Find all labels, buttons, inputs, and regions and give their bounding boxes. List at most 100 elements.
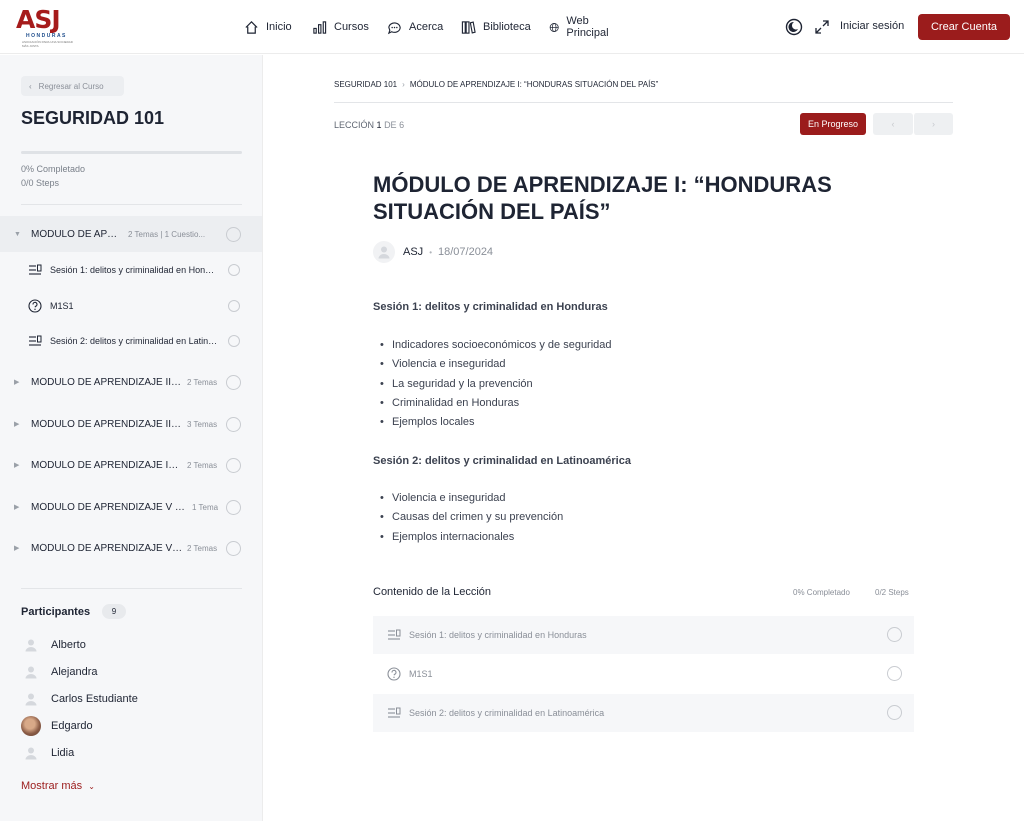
fullscreen-button[interactable] <box>812 17 832 37</box>
chevron-right-icon: › <box>402 80 405 89</box>
lesson-content-row[interactable]: M1S1 <box>373 655 914 693</box>
module-row-4[interactable]: ▶ MÓDULO DE APRENDIZAJE IV: ... 2 Temas <box>0 447 262 483</box>
lesson-steps-text: 0/2 Steps <box>875 588 909 597</box>
status-circle-icon <box>226 227 241 242</box>
list-item: Ejemplos locales <box>380 413 612 433</box>
user-placeholder-icon <box>378 246 390 259</box>
lesson-list-icon <box>29 264 42 275</box>
dark-mode-toggle[interactable] <box>784 17 804 37</box>
back-to-course-button[interactable]: ‹ Regresar al Curso <box>21 76 124 96</box>
lesson-content-row[interactable]: Sesión 2: delitos y criminalidad en Lati… <box>373 694 914 732</box>
status-circle-icon <box>887 705 902 720</box>
breadcrumb: SEGURIDAD 101 › MÓDULO DE APRENDIZAJE I: “… <box>334 80 658 89</box>
caret-right-icon: ▶ <box>14 545 20 552</box>
lesson-completed-text: 0% Completado <box>793 588 850 597</box>
module-meta: 2 Temas <box>187 377 218 387</box>
publish-date: 18/07/2024 <box>438 246 494 258</box>
lesson-content-row[interactable]: Sesión 1: delitos y criminalidad en Hond… <box>373 616 914 654</box>
participants-title: Participantes <box>21 606 91 618</box>
avatar <box>21 689 41 709</box>
nav-biblioteca[interactable]: Biblioteca <box>461 17 531 37</box>
participant-item[interactable]: Carlos Estudiante <box>21 688 138 710</box>
completed-text: 0% Completado <box>21 164 86 174</box>
module-row-2[interactable]: ▶ MÓDULO DE APRENDIZAJE II: ¿... 2 Temas <box>0 364 262 400</box>
nav-web-principal[interactable]: Web Principal <box>549 15 613 39</box>
participant-item[interactable]: Alejandra <box>21 661 97 683</box>
bar-chart-icon <box>313 20 327 34</box>
nav-inicio[interactable]: Inicio <box>244 17 292 37</box>
participant-name: Alberto <box>51 639 86 651</box>
topic-row[interactable]: Sesión 2: delitos y criminalidad en Lati… <box>0 326 262 356</box>
nav-cursos[interactable]: Cursos <box>312 17 369 37</box>
asj-logo[interactable]: ASJ HONDURAS ASOCIACIÓN PARA UNA SOCIEDA… <box>16 7 74 49</box>
avatar-photo <box>21 716 41 736</box>
module-row-5[interactable]: ▶ MÓDULO DE APRENDIZAJE V ¿Q... 1 Tema <box>0 489 262 525</box>
nav-acerca[interactable]: Acerca <box>387 17 443 37</box>
module-row-6[interactable]: ▶ MÓDULO DE APRENDIZAJE VI: ... 2 Temas <box>0 530 262 566</box>
expand-icon <box>815 20 829 34</box>
participant-item[interactable]: Edgardo <box>21 715 93 737</box>
author-name[interactable]: ASJ <box>403 246 423 258</box>
status-circle-icon <box>228 264 240 276</box>
globe-icon <box>549 22 559 32</box>
module-meta: 1 Tema <box>192 502 219 512</box>
user-placeholder-icon <box>25 639 37 652</box>
separator-dot: • <box>429 247 432 257</box>
status-circle-icon <box>226 458 241 473</box>
lesson-list-icon <box>388 707 401 718</box>
course-progress-bar <box>21 151 242 154</box>
show-more-link[interactable]: Mostrar más ⌄ <box>21 780 95 792</box>
site-header: ASJ HONDURAS ASOCIACIÓN PARA UNA SOCIEDA… <box>0 0 1024 54</box>
participant-name: Edgardo <box>51 720 93 732</box>
chevron-left-icon: ‹ <box>891 119 895 129</box>
module-row-1[interactable]: ▼ MÓDULO DE APR... 2 Temas | 1 Cuestio..… <box>0 216 262 252</box>
lesson-content-title: Contenido de la Lección <box>373 586 492 598</box>
module-meta: 3 Temas <box>187 419 218 429</box>
content-row-title: Sesión 1: delitos y criminalidad en Hond… <box>409 630 587 640</box>
module-meta: 2 Temas | 1 Cuestio... <box>128 229 206 239</box>
participant-item[interactable]: Lidia <box>21 742 74 764</box>
section2-list: Violencia e inseguridad Causas del crime… <box>380 489 563 547</box>
avatar <box>21 635 41 655</box>
topic-title: Sesión 2: delitos y criminalidad en Lati… <box>50 336 218 346</box>
module-row-3[interactable]: ▶ MÓDULO DE APRENDIZAJE III: ... 3 Temas <box>0 406 262 442</box>
module-meta: 2 Temas <box>187 543 218 553</box>
status-circle-icon <box>226 500 241 515</box>
participant-item[interactable]: Alberto <box>21 634 86 656</box>
list-item: Violencia e inseguridad <box>380 489 563 509</box>
status-circle-icon <box>226 375 241 390</box>
status-circle-icon <box>887 627 902 642</box>
list-item: Ejemplos internacionales <box>380 528 563 548</box>
author-avatar <box>373 241 395 263</box>
caret-right-icon: ▶ <box>14 421 20 428</box>
list-item: Causas del crimen y su prevención <box>380 508 563 528</box>
module-title: MÓDULO DE APR... <box>31 228 121 240</box>
chevron-down-icon: ⌄ <box>88 782 95 791</box>
user-placeholder-icon <box>25 666 37 679</box>
next-lesson-button[interactable]: › <box>913 113 953 135</box>
prev-lesson-button[interactable]: ‹ <box>873 113 913 135</box>
module-title: MÓDULO DE APRENDIZAJE VI: ... <box>31 542 183 554</box>
participants-count-badge: 9 <box>102 604 126 619</box>
create-account-button[interactable]: Crear Cuenta <box>918 14 1010 40</box>
login-link[interactable]: Iniciar sesión <box>840 20 904 32</box>
section-heading: Sesión 1: delitos y criminalidad en Hond… <box>373 301 608 313</box>
caret-down-icon: ▼ <box>14 230 21 238</box>
quiz-row[interactable]: M1S1 <box>0 291 262 321</box>
divider <box>21 588 242 589</box>
chevron-left-icon: ‹ <box>29 81 32 91</box>
divider <box>21 204 242 205</box>
course-title: SEGURIDAD 101 <box>21 108 165 128</box>
caret-right-icon: ▶ <box>14 379 20 386</box>
books-icon <box>461 20 476 34</box>
status-circle-icon <box>226 417 241 432</box>
content-row-title: M1S1 <box>409 669 433 679</box>
topic-row[interactable]: Sesión 1: delitos y criminalidad en Hond… <box>0 255 262 285</box>
course-sidebar: ‹ Regresar al Curso SEGURIDAD 101 0% Com… <box>0 55 263 821</box>
status-circle-icon <box>228 300 240 312</box>
caret-right-icon: ▶ <box>14 504 20 511</box>
chat-bubble-icon <box>387 21 401 34</box>
breadcrumb-current: MÓDULO DE APRENDIZAJE I: “HONDURAS SITUA… <box>409 80 659 89</box>
status-in-progress-button[interactable]: En Progreso <box>800 113 866 135</box>
breadcrumb-course-link[interactable]: SEGURIDAD 101 <box>334 80 397 89</box>
